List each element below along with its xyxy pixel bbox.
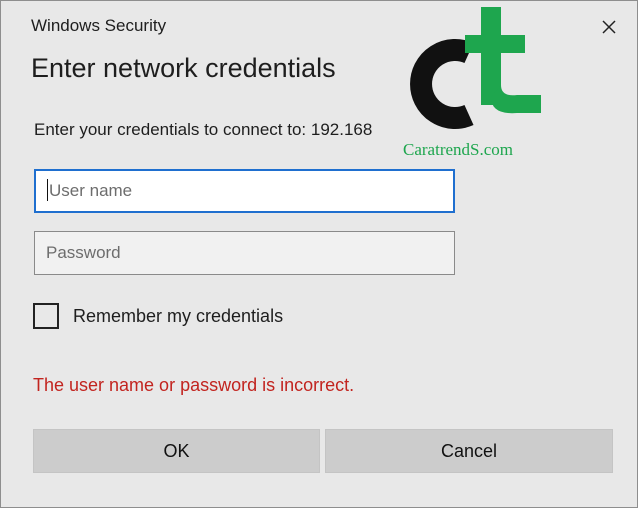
dialog-heading: Enter network credentials <box>31 53 336 83</box>
text-caret <box>47 179 48 202</box>
window-title: Windows Security <box>31 16 167 35</box>
ok-button-label: OK <box>163 440 190 461</box>
username-placeholder: User name <box>49 181 133 200</box>
connect-prompt: Enter your credentials to connect to: 19… <box>34 120 373 139</box>
remember-credentials-row[interactable]: Remember my credentials <box>33 301 283 331</box>
error-message: The user name or password is incorrect. <box>33 375 355 395</box>
remember-checkbox[interactable] <box>33 303 59 329</box>
remember-label: Remember my credentials <box>73 305 284 326</box>
password-input[interactable]: Password <box>34 231 455 275</box>
watermark-site-text: CaratrendS.com <box>403 140 513 159</box>
cancel-button-label: Cancel <box>440 440 498 461</box>
close-button[interactable] <box>595 13 623 41</box>
credentials-dialog: Windows Security Enter network credentia… <box>0 0 638 508</box>
cancel-button[interactable]: Cancel <box>325 429 613 473</box>
username-input[interactable]: User name <box>34 169 455 213</box>
caratrends-watermark-logo: CaratrendS.com <box>403 7 541 159</box>
close-icon <box>602 20 616 34</box>
ok-button[interactable]: OK <box>33 429 320 473</box>
password-placeholder: Password <box>46 243 121 262</box>
